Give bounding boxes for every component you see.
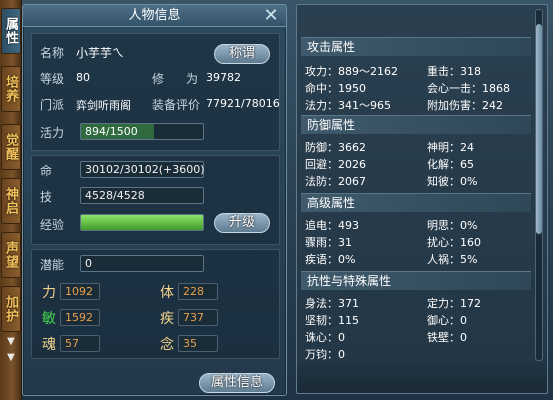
- attr-strength-value: 1092: [60, 283, 100, 300]
- potential-label: 潜能: [40, 258, 65, 272]
- stat-dissolve: 化解：65: [427, 158, 474, 171]
- stat-calamity: 人祸：5%: [427, 253, 478, 266]
- side-tab-reputation[interactable]: 声望: [1, 232, 21, 278]
- advanced-section-header: 高级属性: [301, 193, 531, 212]
- side-tab-blessing[interactable]: 加护: [1, 286, 21, 332]
- stat-insight: 知彼：0%: [427, 175, 478, 188]
- attribute-detail-panel: 攻击属性 攻力：889～2162 重击：318 命中：1950 会心一击：186…: [296, 4, 548, 394]
- hp-label: 命: [40, 164, 53, 178]
- stat-iron-wall: 铁壁：0: [427, 331, 467, 344]
- basic-info-section: 名称 小芋芋ㄟ 称谓 等级 80 修 为 39782 门派 弈剑听雨阁 装备评价…: [31, 33, 280, 151]
- side-tab-training[interactable]: 培养: [1, 66, 21, 112]
- side-tab-strip: 属性 培养 觉醒 神启 声望 加护 ▼ ▼: [0, 0, 22, 400]
- vitality-bar: 894/1500: [80, 123, 204, 140]
- sect-label: 门派: [40, 98, 65, 112]
- stat-toughness: 坚韧：115: [305, 314, 359, 327]
- stat-bonus-damage: 附加伤害：242: [427, 99, 503, 112]
- stat-heavy-strike: 重击：318: [427, 65, 481, 78]
- stats-scrollbar[interactable]: [535, 9, 543, 361]
- name-label: 名称: [40, 46, 65, 60]
- vitality-label: 活力: [40, 126, 65, 140]
- status-section: 命 30102/30102(+3600) 技 4528/4528 经验 升级: [31, 155, 280, 245]
- attr-speed-name: 疾: [160, 311, 174, 327]
- exp-label: 经验: [40, 218, 65, 232]
- skill-value: 4528/4528: [80, 187, 204, 204]
- panel-footer: [297, 363, 547, 393]
- sect-value: 弈剑听雨阁: [76, 99, 131, 112]
- attr-strength-name: 力: [42, 285, 56, 301]
- resist-section-header: 抗性与特殊属性: [301, 271, 531, 290]
- attribute-info-button[interactable]: 属性信息: [199, 373, 275, 393]
- attr-constitution-value: 228: [178, 283, 218, 300]
- arrow-down-icon[interactable]: ▼: [4, 336, 18, 348]
- side-tab-divine[interactable]: 神启: [1, 178, 21, 224]
- attr-agility-name: 敏: [42, 311, 56, 327]
- stat-concentration: 定力：172: [427, 297, 481, 310]
- exp-bar: [80, 214, 204, 231]
- level-label: 等级: [40, 72, 65, 86]
- panel-title: 人物信息: [23, 5, 286, 27]
- stat-critical: 会心一击：1868: [427, 82, 510, 95]
- arrow-down-icon[interactable]: ▼: [4, 352, 18, 364]
- stat-agility-body: 身法：371: [305, 297, 359, 310]
- cultivation-value: 39782: [206, 71, 241, 84]
- defense-section-header: 防御属性: [301, 115, 531, 134]
- stat-defense: 防御：3662: [305, 141, 366, 154]
- stat-chase-lightning: 追电：493: [305, 219, 359, 232]
- stat-clear-thought: 明思：0%: [427, 219, 478, 232]
- character-name: 小芋芋ㄟ: [76, 46, 125, 60]
- potential-value: 0: [80, 255, 204, 272]
- close-icon[interactable]: ✕: [262, 7, 280, 25]
- attributes-section: 潜能 0 力 1092 体 228 敏 1592 疾 737 魂 57 念 35: [31, 249, 280, 359]
- stat-attack-power: 攻力：889～2162: [305, 65, 398, 78]
- attr-speed-value: 737: [178, 309, 218, 326]
- stat-myriad-weight: 万钧：0: [305, 348, 345, 361]
- stat-evasion: 回避：2026: [305, 158, 366, 171]
- attr-mind-value: 35: [178, 335, 218, 352]
- attr-constitution-name: 体: [160, 285, 174, 301]
- hp-value: 30102/30102(+3600): [80, 161, 205, 178]
- scrollbar-thumb[interactable]: [536, 24, 542, 234]
- stat-rapid-speech: 疾语：0%: [305, 253, 356, 266]
- attack-section-header: 攻击属性: [301, 37, 531, 56]
- character-info-panel: 人物信息 ✕ 名称 小芋芋ㄟ 称谓 等级 80 修 为 39782 门派 弈剑听…: [22, 4, 287, 396]
- stat-magic-power: 法力：341～965: [305, 99, 391, 112]
- attr-agility-value: 1592: [60, 309, 100, 326]
- attr-soul-name: 魂: [42, 337, 56, 353]
- level-value: 80: [76, 71, 90, 84]
- vitality-value: 894/1500: [85, 125, 138, 138]
- stat-sudden-rain: 骤雨：31: [305, 236, 352, 249]
- stat-heart-pierce: 诛心：0: [305, 331, 345, 344]
- equip-rating-label: 装备评价: [152, 98, 201, 112]
- equip-rating-value: 77921/78016: [206, 97, 280, 110]
- cultivation-label-2: 为: [186, 72, 199, 86]
- stat-disturb: 扰心：160: [427, 236, 481, 249]
- side-tab-awaken[interactable]: 觉醒: [1, 124, 21, 170]
- title-button[interactable]: 称谓: [214, 44, 270, 64]
- stat-accuracy: 命中：1950: [305, 82, 366, 95]
- stat-magic-defense: 法防：2067: [305, 175, 366, 188]
- attr-soul-value: 57: [60, 335, 100, 352]
- side-tab-attributes[interactable]: 属性: [1, 8, 21, 54]
- stat-mind-guard: 御心：0: [427, 314, 467, 327]
- exp-bar-fill: [81, 215, 203, 230]
- skill-label: 技: [40, 190, 53, 204]
- stat-divine: 神明：24: [427, 141, 474, 154]
- cultivation-label: 修: [152, 72, 165, 86]
- upgrade-button[interactable]: 升级: [214, 213, 270, 233]
- attr-mind-name: 念: [160, 337, 174, 353]
